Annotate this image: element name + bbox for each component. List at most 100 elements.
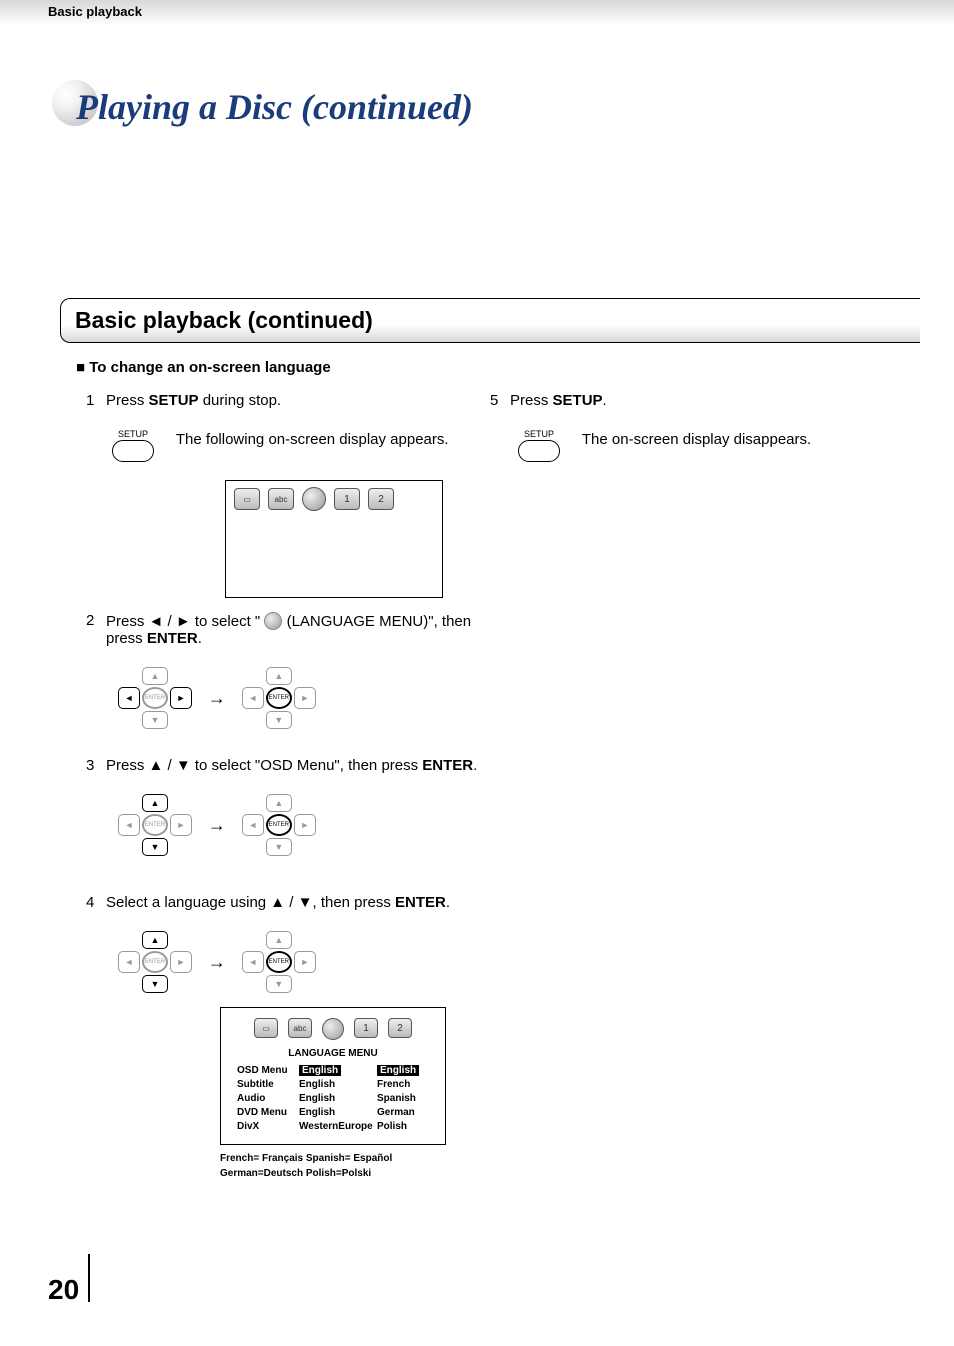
osd-display-box: ▭ abc 1 2 xyxy=(225,480,443,598)
breadcrumb: Basic playback xyxy=(48,4,142,19)
globe-icon xyxy=(322,1018,344,1040)
nav-left-icon: ◄ xyxy=(242,814,264,836)
lang-row-label: DVD Menu xyxy=(237,1107,299,1118)
lang-value: WesternEurope xyxy=(299,1121,377,1132)
nav-left-icon: ◄ xyxy=(118,687,140,709)
step-5-caption: The on-screen display disappears. xyxy=(582,431,811,448)
step-key: ENTER xyxy=(395,894,446,911)
step-text: Press xyxy=(510,392,553,409)
lang-option: German xyxy=(377,1107,439,1118)
navpad-step-4: ▲ ◄ENTER► ▼ → ▲ ◄ENTER► ▼ xyxy=(110,921,490,1003)
step-key: SETUP xyxy=(149,392,199,409)
nav-down-icon: ▼ xyxy=(266,975,292,993)
nav-right-icon: ► xyxy=(170,687,192,709)
step-1: 1 Press SETUP during stop. xyxy=(86,392,490,409)
nav-left-icon: ◄ xyxy=(118,951,140,973)
nav-down-icon: ▼ xyxy=(266,838,292,856)
nav-down-icon: ▼ xyxy=(266,711,292,729)
step-text: Select a language using ▲ / ▼, then pres… xyxy=(106,894,395,911)
nav-down-icon: ▼ xyxy=(142,711,168,729)
footnote-line: German=Deutsch Polish=Polski xyxy=(220,1166,490,1181)
step-5: 5 Press SETUP. xyxy=(490,392,920,409)
tv-icon: ▭ xyxy=(234,488,260,510)
page-number: 20 xyxy=(48,1274,79,1306)
language-menu-title: LANGUAGE MENU xyxy=(229,1048,437,1059)
step-key: ENTER xyxy=(147,630,198,647)
step-text: . xyxy=(603,392,607,409)
nav-up-icon: ▲ xyxy=(266,667,292,685)
setup-button-label: SETUP xyxy=(112,429,154,439)
step-3: 3 Press ▲ / ▼ to select "OSD Menu", then… xyxy=(86,757,490,774)
oval-button-icon xyxy=(518,440,560,462)
step-number: 2 xyxy=(86,612,106,647)
nav-up-icon: ▲ xyxy=(142,931,168,949)
step-2: 2 Press ◄ / ► to select " (LANGUAGE MENU… xyxy=(86,612,490,647)
func1-icon: 1 xyxy=(354,1018,378,1038)
step-number: 4 xyxy=(86,894,106,911)
step-1-caption: The following on-screen display appears. xyxy=(176,431,449,448)
section-heading: Basic playback (continued) xyxy=(60,298,920,343)
lang-row-label: Audio xyxy=(237,1093,299,1104)
lang-value: English xyxy=(299,1093,377,1104)
nav-up-icon: ▲ xyxy=(266,931,292,949)
step-text: Press ▲ / ▼ to select "OSD Menu", then p… xyxy=(106,757,422,774)
setup-button-graphic: SETUP xyxy=(518,429,560,462)
enter-icon: ENTER xyxy=(266,951,292,973)
nav-right-icon: ► xyxy=(294,814,316,836)
nav-left-icon: ◄ xyxy=(242,687,264,709)
tv-icon: ▭ xyxy=(254,1018,278,1038)
step-number: 5 xyxy=(490,392,510,409)
globe-icon xyxy=(302,487,326,511)
step-key: ENTER xyxy=(422,757,473,774)
lang-option: French xyxy=(377,1079,439,1090)
nav-left-icon: ◄ xyxy=(242,951,264,973)
step-text: Press xyxy=(106,392,149,409)
nav-right-icon: ► xyxy=(170,951,192,973)
lang-option: Spanish xyxy=(377,1093,439,1104)
nav-up-icon: ▲ xyxy=(266,794,292,812)
func2-icon: 2 xyxy=(388,1018,412,1038)
step-text: . xyxy=(446,894,450,911)
enter-icon: ENTER xyxy=(266,687,292,709)
setup-button-label: SETUP xyxy=(518,429,560,439)
nav-up-icon: ▲ xyxy=(142,794,168,812)
abc-icon: abc xyxy=(288,1018,312,1038)
navpad-step-3: ▲ ◄ENTER► ▼ → ▲ ◄ENTER► ▼ xyxy=(110,784,490,866)
func1-icon: 1 xyxy=(334,488,360,510)
enter-icon: ENTER xyxy=(142,951,168,973)
step-number: 1 xyxy=(86,392,106,409)
nav-right-icon: ► xyxy=(294,687,316,709)
setup-button-graphic: SETUP xyxy=(112,429,154,462)
language-menu-grid: OSD Menu English English Subtitle Englis… xyxy=(237,1065,437,1132)
enter-icon: ENTER xyxy=(142,814,168,836)
arrow-right-icon: → xyxy=(208,815,226,836)
navpad-step-2: ▲ ◄ENTER► ▼ → ▲ ◄ENTER► ▼ xyxy=(110,657,490,739)
step-4: 4 Select a language using ▲ / ▼, then pr… xyxy=(86,894,490,911)
language-menu-display: ▭ abc 1 2 LANGUAGE MENU OSD Menu English… xyxy=(220,1007,446,1145)
lang-option-selected: English xyxy=(377,1065,419,1076)
arrow-right-icon: → xyxy=(208,952,226,973)
nav-left-icon: ◄ xyxy=(118,814,140,836)
nav-right-icon: ► xyxy=(170,814,192,836)
footnote-line: French= Français Spanish= Español xyxy=(220,1151,490,1166)
step-number: 3 xyxy=(86,757,106,774)
step-key: SETUP xyxy=(553,392,603,409)
lang-value: English xyxy=(299,1079,377,1090)
arrow-right-icon: → xyxy=(208,688,226,709)
lang-value: English xyxy=(299,1107,377,1118)
func2-icon: 2 xyxy=(368,488,394,510)
lang-value-selected: English xyxy=(299,1065,341,1076)
language-footnote: French= Français Spanish= Español German… xyxy=(220,1151,490,1181)
page-title: Playing a Disc (continued) xyxy=(76,86,954,128)
lang-row-label: OSD Menu xyxy=(237,1065,299,1076)
enter-icon: ENTER xyxy=(142,687,168,709)
nav-down-icon: ▼ xyxy=(142,975,168,993)
step-text: Press ◄ / ► to select " xyxy=(106,613,260,630)
nav-down-icon: ▼ xyxy=(142,838,168,856)
sub-heading: To change an on-screen language xyxy=(76,359,920,376)
nav-up-icon: ▲ xyxy=(142,667,168,685)
page-rule xyxy=(88,1254,90,1302)
oval-button-icon xyxy=(112,440,154,462)
enter-icon: ENTER xyxy=(266,814,292,836)
lang-row-label: DivX xyxy=(237,1121,299,1132)
